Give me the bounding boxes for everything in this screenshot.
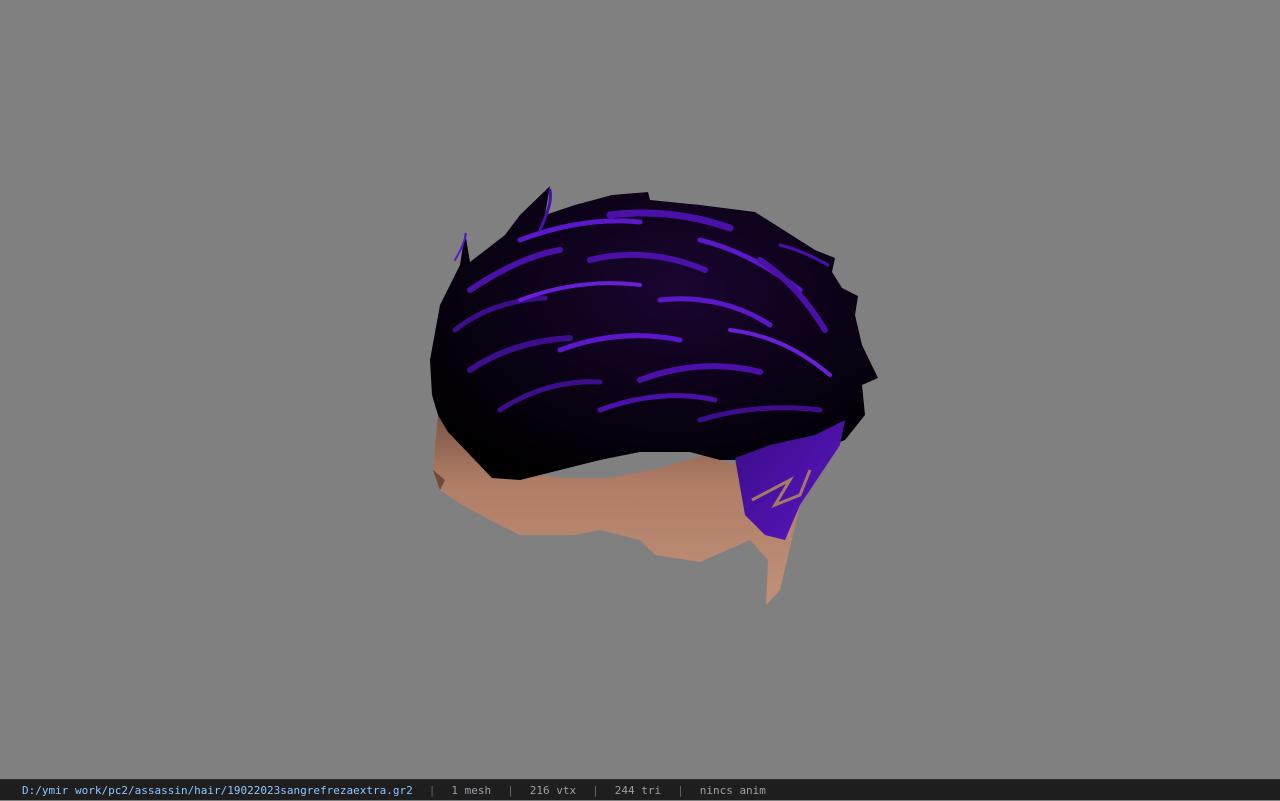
separator: | <box>677 784 684 797</box>
file-path: D:/ymir work/pc2/assassin/hair/19022023s… <box>22 784 413 797</box>
hair-model[interactable] <box>0 0 1280 779</box>
separator: | <box>428 784 436 797</box>
3d-viewport[interactable] <box>0 0 1280 779</box>
mesh-count: 1 mesh <box>451 784 492 797</box>
vertex-count: 216 vtx <box>529 784 577 797</box>
hair-mass <box>430 186 878 480</box>
separator: | <box>507 784 514 797</box>
animation-status: nincs anim <box>699 784 766 797</box>
separator: | <box>592 784 599 797</box>
status-bar: D:/ymir work/pc2/assassin/hair/19022023s… <box>0 779 1280 800</box>
triangle-count: 244 tri <box>614 784 662 797</box>
